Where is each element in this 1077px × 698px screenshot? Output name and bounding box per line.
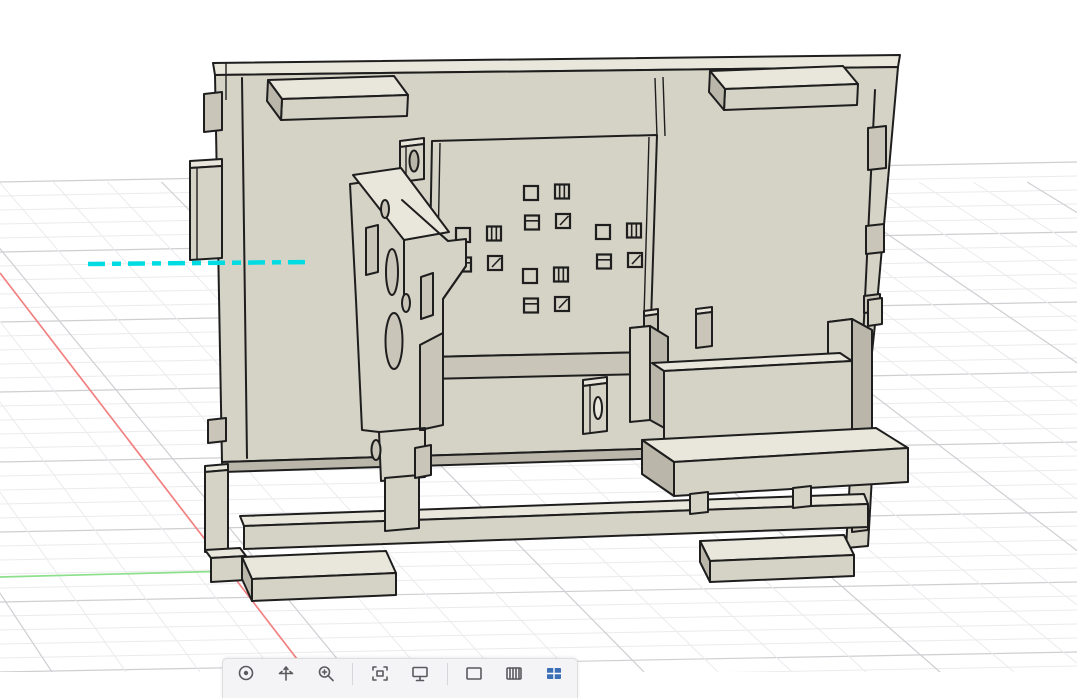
orbit-icon[interactable]: [233, 662, 259, 688]
left-rim-notch: [203, 91, 223, 133]
viewport-canvas[interactable]: [0, 0, 1077, 687]
square-hole: [521, 267, 539, 285]
toolbar-separator: [352, 663, 354, 685]
foot-tab-right[interactable]: [699, 534, 855, 583]
active-viewport-icon[interactable]: [541, 662, 567, 688]
bracket-hole: [401, 293, 411, 313]
plate-bottom-shelf: [425, 351, 651, 380]
bracket-slot: [414, 444, 432, 479]
bracket-hole: [385, 248, 399, 296]
bracket-hole: [384, 312, 404, 370]
square-hole: [485, 225, 503, 242]
square-hole: [522, 184, 540, 202]
standoff-post-center[interactable]: [582, 376, 608, 435]
bracket-slot: [420, 272, 434, 320]
square-hole: [522, 297, 540, 314]
navigation-toolbar[interactable]: [222, 658, 578, 698]
square-hole: [595, 253, 613, 270]
mounting-boss-top-left[interactable]: [266, 75, 409, 121]
square-hole: [553, 183, 571, 200]
zoom-icon[interactable]: [313, 662, 339, 688]
fit-icon[interactable]: [367, 662, 393, 688]
mounting-boss-top-right[interactable]: [708, 65, 859, 111]
foot-tab-left[interactable]: [241, 550, 397, 602]
viewports-icon[interactable]: [501, 662, 527, 688]
right-rim-notch: [867, 125, 887, 171]
model-body[interactable]: [189, 54, 909, 602]
square-hole: [594, 223, 612, 241]
square-hole: [552, 266, 570, 283]
toolbar-separator: [446, 663, 448, 685]
bracket-arm-side: [419, 332, 444, 431]
left-rim-lower[interactable]: [204, 463, 247, 583]
bracket-slot: [365, 224, 379, 276]
square-hole: [523, 214, 541, 231]
bracket-hole: [380, 199, 390, 219]
bracket-hole: [370, 439, 382, 461]
right-rim-notch: [865, 223, 885, 255]
square-hole: [625, 222, 643, 239]
pan-icon[interactable]: [273, 662, 299, 688]
layout-grid-icon[interactable]: [461, 662, 487, 688]
bracket-foot[interactable]: [384, 474, 420, 532]
left-rim-notch: [207, 417, 227, 444]
left-side-tab[interactable]: [189, 165, 223, 261]
display-settings-icon[interactable]: [407, 662, 433, 688]
